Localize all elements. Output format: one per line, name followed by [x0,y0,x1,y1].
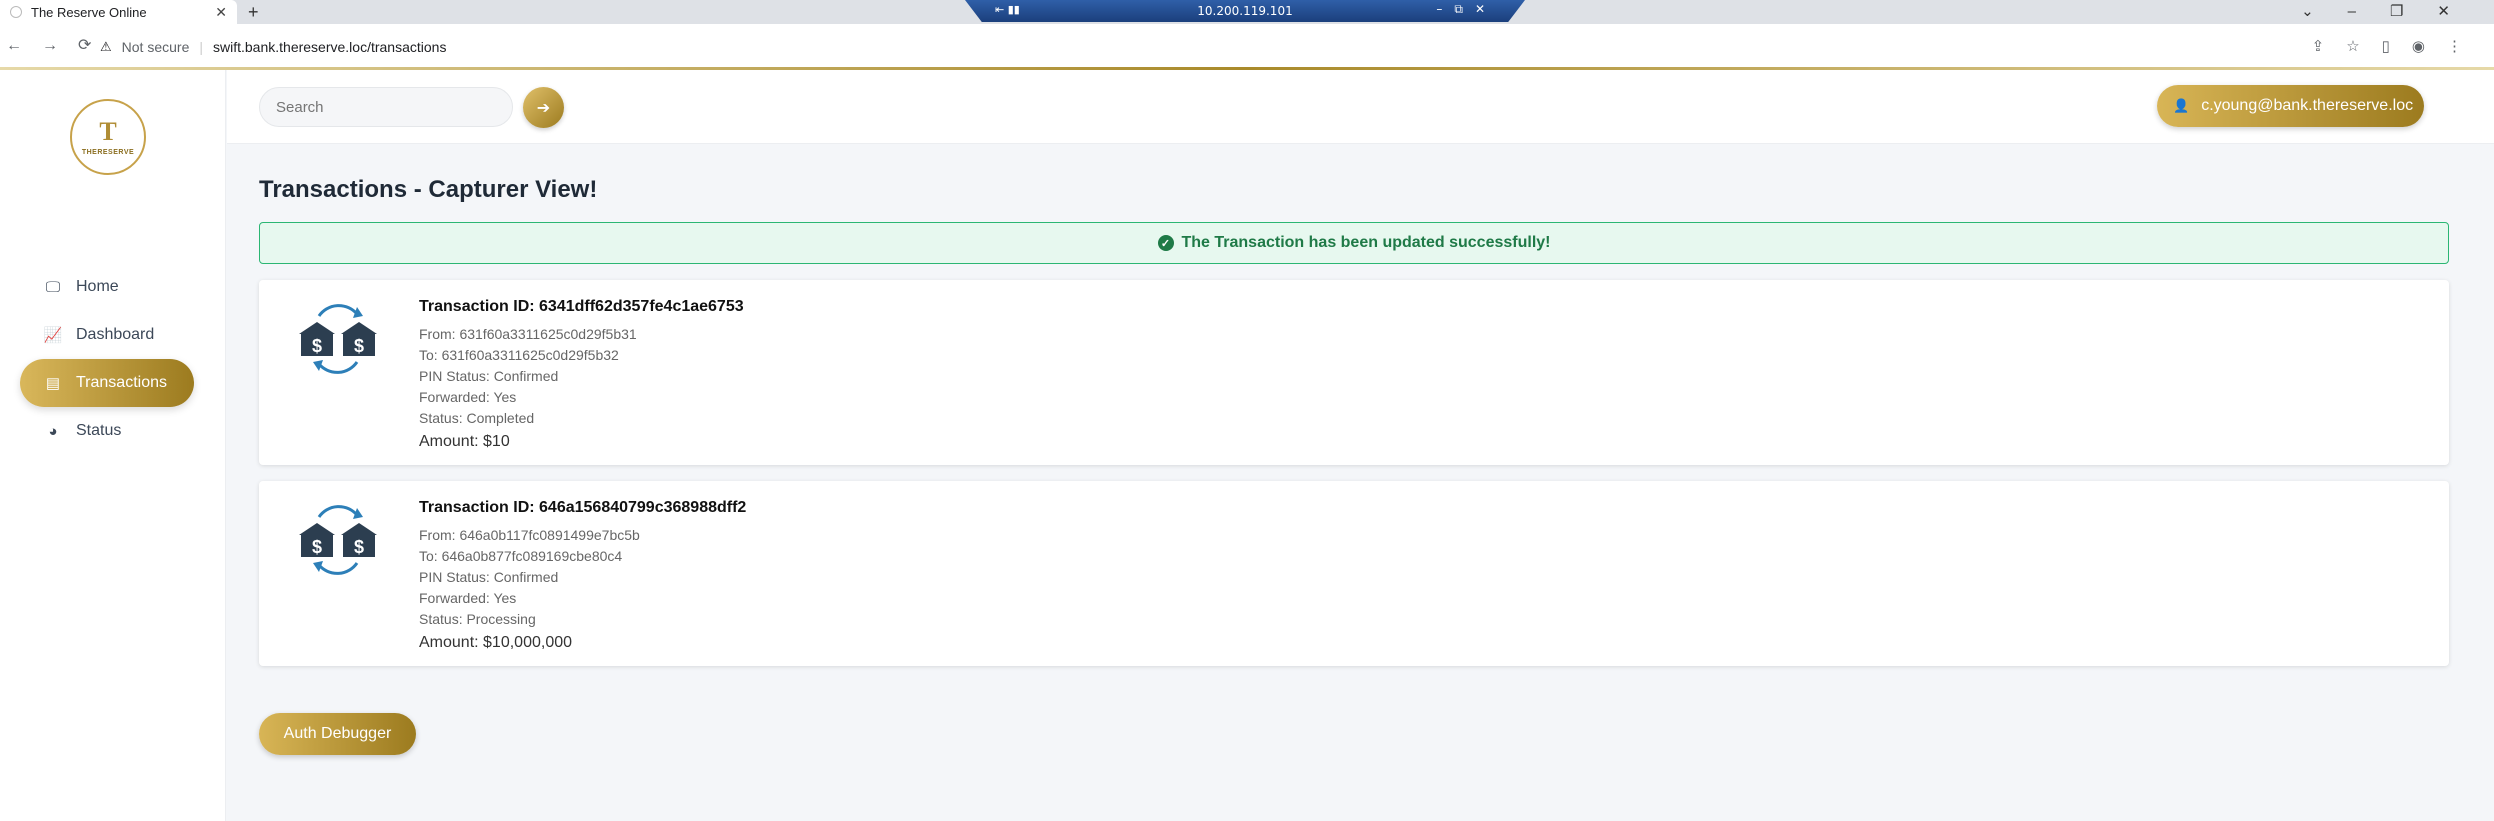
browser-tab-bar: The Reserve Online ✕ + ⇤ ▮▮ 10.200.119.1… [0,0,2494,24]
transaction-status: Status: Completed [419,410,535,426]
arrow-right-icon: ➔ [536,99,551,117]
transaction-to: To: 631f60a3311625c0d29f5b32 [419,347,619,363]
transaction-to: To: 646a0b877fc089169cbe80c4 [419,548,623,564]
monitor-icon: 🖵 [45,278,61,296]
close-tab-icon[interactable]: ✕ [215,4,227,21]
rdp-window-controls[interactable]: –⧉✕ [1436,2,1497,17]
transaction-from: From: 631f60a3311625c0d29f5b31 [419,326,637,342]
check-circle-icon: ✓ [1157,235,1174,251]
transaction-info: Transaction ID: 6341dff62d357fe4c1ae6753… [419,298,744,451]
pie-chart-icon: ◕ [48,422,58,440]
user-menu-button[interactable]: 👤 c.young@bank.thereserve.loc ▼ [2157,85,2439,127]
logo-text: THERESERVE [81,148,135,156]
transaction-forwarded: Forwarded: Yes [419,590,517,606]
new-tab-icon[interactable]: + [248,2,259,23]
sidebar-item-label: Status [76,422,122,439]
window-controls[interactable]: ⌄–❐✕ [2301,2,2484,20]
transaction-pin-status: PIN Status: Confirmed [419,569,559,585]
tab-title: The Reserve Online [31,4,147,20]
search-submit-button[interactable]: ➔ [523,87,564,128]
warning-icon: ⚠ [100,39,112,54]
search-input[interactable] [259,87,513,127]
auth-debugger-button[interactable]: Auth Debugger [259,713,416,755]
transaction-amount: Amount: $10 [419,433,510,450]
sidebar: T THERESERVE 🖵 Home 📈 Dashboard ▤ Transa… [0,70,226,821]
transaction-id: Transaction ID: 646a156840799c368988dff2 [419,499,747,516]
sidebar-item-label: Home [76,278,119,295]
alert-text: The Transaction has been updated success… [1181,234,1551,251]
transaction-id: Transaction ID: 6341dff62d357fe4c1ae6753 [419,298,744,315]
favicon-icon [10,6,22,18]
success-alert: ✓ The Transaction has been updated succe… [259,222,2449,264]
svg-text:$: $ [354,336,364,356]
pin-signal-icon[interactable]: ⇤ ▮▮ [995,3,1020,16]
transaction-forwarded: Forwarded: Yes [419,389,517,405]
logo-letter: T [99,116,117,146]
remote-desktop-bar: ⇤ ▮▮ 10.200.119.101 –⧉✕ [965,0,1525,22]
transaction-amount: Amount: $10,000,000 [419,634,573,651]
address-bar: ←→⟳ ⚠ Not secure | swift.bank.thereserve… [0,24,2494,69]
svg-text:$: $ [354,537,364,557]
rdp-address: 10.200.119.101 [1197,4,1293,18]
svg-text:$: $ [312,336,322,356]
top-navbar: ➔ 👤 c.young@bank.thereserve.loc ▼ [227,70,2494,144]
sidebar-item-home[interactable]: 🖵 Home [20,263,194,311]
user-icon: 👤 [2173,98,2190,113]
transaction-pin-status: PIN Status: Confirmed [419,368,559,384]
sidebar-item-label: Dashboard [76,326,155,343]
url-field[interactable]: ⚠ Not secure | swift.bank.thereserve.loc… [100,39,446,55]
browser-tab[interactable]: The Reserve Online ✕ [0,0,237,24]
browser-action-icons[interactable]: ⇪☆▯◉⋮ [2312,37,2484,55]
transaction-card: $ $ Transaction ID: 646a156840799c368988… [259,481,2449,666]
user-email: c.young@bank.thereserve.loc [2201,97,2414,114]
sidebar-item-transactions[interactable]: ▤ Transactions [20,359,194,407]
reserve-logo[interactable]: T THERESERVE [70,99,146,175]
transaction-from: From: 646a0b117fc0891499e7bc5b [419,527,640,543]
not-secure-label: Not secure [121,39,190,55]
transaction-info: Transaction ID: 646a156840799c368988dff2… [419,499,746,652]
sidebar-item-label: Transactions [76,374,167,391]
sidebar-item-status[interactable]: ◕ Status [20,407,194,455]
bank-transfer-icon: $ $ [299,304,377,374]
page-title: Transactions - Capturer View! [259,176,598,203]
chart-line-icon: 📈 [43,327,63,344]
back-forward-reload-icons[interactable]: ←→⟳ [6,35,111,55]
transaction-status: Status: Processing [419,611,536,627]
transaction-card: $ $ Transaction ID: 6341dff62d357fe4c1ae… [259,280,2449,465]
svg-text:$: $ [312,537,322,557]
url-text: swift.bank.thereserve.loc/transactions [213,39,447,55]
sidebar-item-dashboard[interactable]: 📈 Dashboard [20,311,194,359]
layers-icon: ▤ [45,375,61,392]
caret-down-icon: ▼ [2427,99,2439,113]
bank-transfer-icon: $ $ [299,505,377,575]
